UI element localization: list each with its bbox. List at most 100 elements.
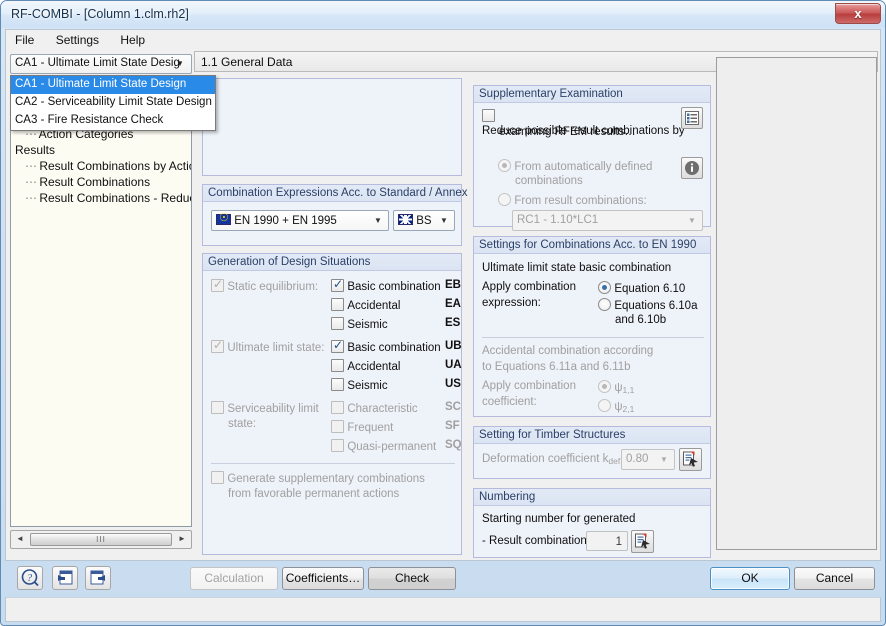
ub-row[interactable]: Basic combination (331, 338, 441, 354)
es-checkbox[interactable] (331, 317, 344, 330)
supplementary-examination-group: Supplementary Examination Reduce possibl… (473, 85, 711, 231)
design-case-dropdown-list[interactable]: CA1 - Ultimate Limit State Design CA2 - … (10, 75, 216, 131)
design-case-option-ca2[interactable]: CA2 - Serviceability Limit State Design (11, 94, 215, 112)
empty-group-box (202, 78, 462, 176)
next-button[interactable] (85, 566, 111, 590)
ea-code: EA (445, 298, 461, 310)
combination-expressions-title: Combination Expressions Acc. to Standard… (203, 185, 468, 202)
annex-combo[interactable]: BS ▼ (393, 210, 455, 231)
psi11-radio[interactable] (598, 380, 611, 393)
design-case-option-ca1[interactable]: CA1 - Ultimate Limit State Design (11, 76, 215, 94)
tree-item-result-combinations[interactable]: ⋯ Result Combinations (11, 174, 191, 190)
static-equilibrium-row[interactable]: Static equilibrium: (211, 277, 318, 293)
cancel-button[interactable]: Cancel (794, 567, 875, 590)
equation-610-row[interactable]: Equation 6.10 (598, 281, 685, 295)
calculation-button[interactable]: Calculation (190, 567, 278, 590)
tree-item-result-combinations-reduced[interactable]: ⋯ Result Combinations - Reduced (11, 190, 191, 206)
es-row[interactable]: Seismic (331, 317, 388, 331)
tree-item-label: Result Combinations by Actions (39, 159, 192, 173)
numbering-group: Numbering Starting number for generated … (473, 488, 711, 558)
sc-row[interactable]: Characteristic (331, 401, 418, 415)
equation-610-radio[interactable] (598, 281, 611, 294)
timber-settings-title: Setting for Timber Structures (474, 427, 710, 444)
check-button[interactable]: Check (368, 567, 456, 590)
eb-row[interactable]: Basic combination (331, 277, 441, 293)
help-button[interactable]: ? (17, 566, 43, 590)
static-equilibrium-checkbox[interactable] (211, 277, 224, 292)
supplementary-combinations-checkbox[interactable] (211, 471, 224, 484)
us-checkbox[interactable] (331, 378, 344, 391)
previous-button[interactable] (52, 566, 78, 590)
result-combination-combo[interactable]: RC1 - 1.10*LC1 ▼ (512, 210, 703, 231)
ea-label: Accidental (347, 300, 401, 312)
result-combination-number-input[interactable]: 1 (586, 531, 628, 551)
tree-item-results[interactable]: Results (11, 142, 191, 158)
equations-610ab-label: Equations 6.10a (614, 300, 698, 312)
from-result-combinations-row[interactable]: From result combinations: (498, 193, 647, 207)
list-button[interactable] (681, 107, 703, 129)
supplementary-combinations-label: Generate supplementary combinations (227, 473, 425, 485)
equation-610-label: Equation 6.10 (614, 283, 686, 295)
numbering-title: Numbering (474, 489, 710, 506)
coefficients-button[interactable]: Coefficients… (282, 567, 364, 590)
scrollbar-thumb[interactable]: III (30, 533, 172, 546)
ua-row[interactable]: Accidental (331, 359, 400, 373)
psi21-row[interactable]: ψ2,1 (598, 399, 634, 414)
timber-picker-button[interactable] (679, 448, 702, 471)
supplementary-combinations-row[interactable]: Generate supplementary combinations (211, 471, 425, 485)
menu-file[interactable]: File (6, 30, 43, 50)
from-auto-combinations-row[interactable]: From automatically defined (498, 159, 658, 173)
navigator-tree[interactable]: ⋯ Actions ⋯ Action Categories Results ⋯ … (10, 78, 192, 527)
close-window-button[interactable]: x (835, 3, 881, 24)
svg-text:?: ? (27, 573, 32, 584)
sq-row[interactable]: Quasi-permanent (331, 439, 436, 453)
ultimate-limit-state-checkbox[interactable] (211, 338, 224, 353)
tree-item-result-combinations-by-actions[interactable]: ⋯ Result Combinations by Actions (11, 158, 191, 174)
navigator-horizontal-scrollbar[interactable]: ◄ III ► (10, 530, 192, 549)
ultimate-limit-state-row[interactable]: Ultimate limit state: (211, 338, 324, 354)
menu-help[interactable]: Help (111, 30, 154, 50)
from-auto-combinations-label: From automatically defined (514, 161, 653, 173)
scroll-left-icon[interactable]: ◄ (12, 531, 28, 548)
eb-checkbox[interactable] (331, 277, 344, 292)
serviceability-limit-state-checkbox[interactable] (211, 401, 224, 414)
divider (211, 463, 455, 464)
timber-settings-group: Setting for Timber Structures Deformatio… (473, 426, 711, 479)
equations-610ab-row[interactable]: Equations 6.10a (598, 298, 697, 312)
psi21-radio[interactable] (598, 399, 611, 412)
ub-checkbox[interactable] (331, 338, 344, 353)
serviceability-limit-state-row[interactable]: Serviceability limit (211, 401, 319, 415)
reduce-combinations-checkbox[interactable] (482, 109, 495, 122)
deformation-coefficient-combo[interactable]: 0.80 ▼ (621, 449, 675, 470)
from-result-combinations-radio[interactable] (498, 193, 511, 206)
us-row[interactable]: Seismic (331, 378, 388, 392)
ua-checkbox[interactable] (331, 359, 344, 372)
ea-row[interactable]: Accidental (331, 298, 400, 312)
sq-checkbox[interactable] (331, 439, 344, 452)
apply-combination-expression-label-line2: expression: (482, 297, 541, 309)
sc-checkbox[interactable] (331, 401, 344, 414)
psi21-subscript: 2,1 (622, 404, 635, 414)
menu-settings[interactable]: Settings (47, 30, 108, 50)
ea-checkbox[interactable] (331, 298, 344, 311)
scroll-right-icon[interactable]: ► (174, 531, 190, 548)
equations-610ab-radio[interactable] (598, 298, 611, 311)
graphic-preview-panel[interactable] (716, 57, 877, 550)
info-button[interactable] (681, 157, 703, 179)
design-case-combo[interactable]: CA1 - Ultimate Limit State Desig ▼ (10, 54, 192, 74)
ub-code: UB (445, 340, 462, 352)
design-case-option-ca3[interactable]: CA3 - Fire Resistance Check (11, 112, 215, 130)
sq-label: Quasi-permanent (347, 441, 437, 453)
next-arrow-icon (90, 570, 105, 585)
sf-checkbox[interactable] (331, 420, 344, 433)
accidental-combination-note-line2: to Equations 6.11a and 6.11b (482, 361, 631, 373)
window-title: RF-COMBI - [Column 1.clm.rh2] (11, 7, 189, 21)
sf-row[interactable]: Frequent (331, 420, 393, 434)
standard-combo[interactable]: EN 1990 + EN 1995 ▼ (211, 210, 389, 231)
psi11-row[interactable]: ψ1,1 (598, 380, 634, 395)
psi11-label: ψ (614, 382, 623, 394)
sc-label: Characteristic (347, 403, 418, 415)
numbering-picker-button[interactable] (631, 530, 654, 553)
ok-button[interactable]: OK (710, 567, 790, 590)
from-auto-combinations-radio[interactable] (498, 159, 511, 172)
